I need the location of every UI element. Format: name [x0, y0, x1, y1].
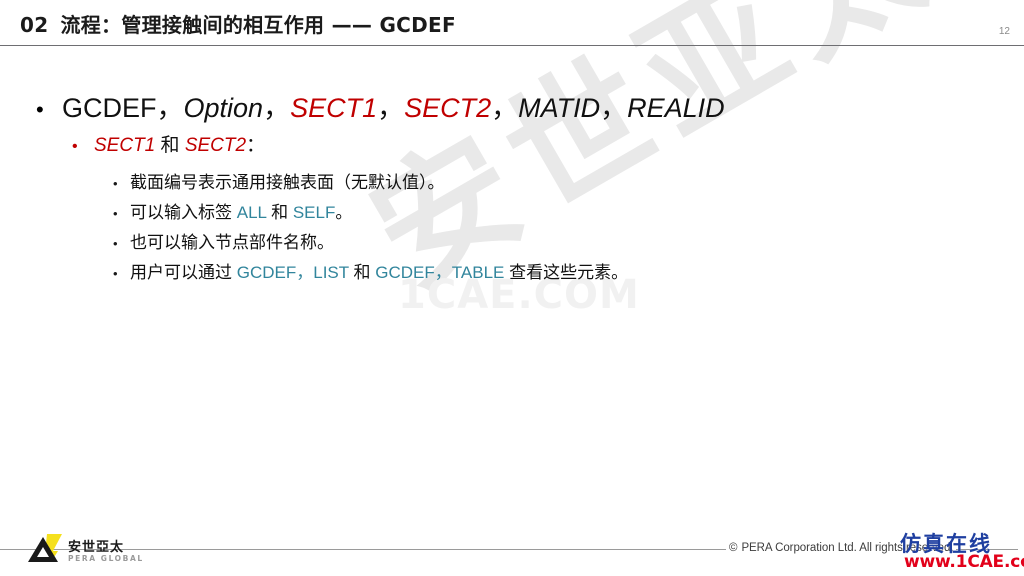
svg-text:PERA GLOBAL: PERA GLOBAL — [68, 554, 142, 563]
text-run: SECT1 — [94, 135, 156, 156]
bullet-marker: • — [113, 266, 118, 281]
bullet-level1-text: GCDEF，Option，SECT1，SECT2，MATID，REALID — [62, 86, 725, 125]
text-run: GCDEF，TABLE — [375, 263, 505, 282]
pera-global-logo: 安世亞太 PERA GLOBAL — [22, 529, 142, 569]
page-title: 02 流程：管理接触间的相互作用 —— GCDEF — [20, 9, 456, 38]
bullet-level3: • 也可以输入节点部件名称。 — [113, 228, 334, 253]
bullet-level3-text: 用户可以通过 GCDEF，LIST 和 GCDEF，TABLE 查看这些元素。 — [130, 258, 628, 283]
bullet-level3-text: 也可以输入节点部件名称。 — [130, 228, 334, 253]
slide-footer: 安世亞太 PERA GLOBAL © PERA Corporation Ltd. … — [0, 519, 1024, 576]
bullet-level3: • 截面编号表示通用接触表面（无默认值）。 — [113, 168, 445, 193]
header-divider — [0, 45, 1024, 46]
text-run: GCDEF，LIST — [236, 263, 349, 282]
text-run: 和 — [348, 263, 376, 282]
section-title-text: 流程：管理接触间的相互作用 —— GCDEF — [60, 13, 456, 37]
text-run: SECT2 — [184, 135, 247, 156]
text-run: ， — [156, 93, 184, 123]
text-run: 也可以输入节点部件名称。 — [130, 233, 334, 252]
bullet-level3-text: 截面编号表示通用接触表面（无默认值）。 — [130, 168, 445, 193]
stamp-url: www.1CAE.com — [904, 552, 1024, 572]
text-run: ， — [600, 93, 628, 123]
site-stamp-overlay: 仿真在线 www.1CAE.com — [898, 528, 1024, 576]
svg-text:安世亞太: 安世亞太 — [68, 539, 124, 555]
text-run: 和 — [266, 203, 293, 222]
text-run: SELF — [292, 203, 336, 222]
text-run: SECT2 — [404, 93, 492, 123]
bullet-marker: • — [72, 138, 78, 155]
text-run: ALL — [236, 203, 267, 222]
text-run: 可以输入标签 — [130, 203, 237, 222]
text-run: 和 — [155, 135, 185, 156]
text-run: 用户可以通过 — [130, 263, 237, 282]
slide-header: 02 流程：管理接触间的相互作用 —— GCDEF 12 — [0, 0, 1024, 46]
section-number: 02 — [20, 13, 49, 37]
text-run: Option — [183, 93, 264, 123]
text-run: 查看这些元素。 — [504, 263, 629, 282]
bullet-level3-text: 可以输入标签 ALL 和 SELF。 — [130, 198, 352, 223]
text-run: 截面编号表示通用接触表面（无默认值）。 — [130, 173, 445, 192]
text-run: ， — [377, 93, 405, 123]
text-run: SECT1 — [290, 93, 378, 123]
bullet-level3: • 用户可以通过 GCDEF，LIST 和 GCDEF，TABLE 查看这些元素… — [113, 258, 628, 283]
bullet-marker: • — [113, 176, 118, 191]
bullet-level1: • GCDEF，Option，SECT1，SECT2，MATID，REALID — [36, 86, 725, 125]
text-run: GCDEF — [62, 93, 157, 123]
text-run: ， — [491, 93, 519, 123]
text-run: ， — [263, 93, 291, 123]
bullet-marker: • — [113, 206, 118, 221]
logo-mark-icon: 安世亞太 PERA GLOBAL — [28, 534, 142, 563]
bullet-level2-text: SECT1 和 SECT2： — [94, 130, 265, 157]
text-run: 。 — [335, 203, 353, 222]
text-run: ： — [246, 135, 266, 156]
bullet-level2: • SECT1 和 SECT2： — [72, 130, 265, 157]
text-run: MATID — [518, 93, 601, 123]
bullet-marker: • — [36, 97, 44, 122]
slide-page-number: 12 — [998, 26, 1010, 37]
copyright-symbol: © — [729, 542, 738, 554]
text-run: REALID — [627, 93, 725, 123]
bullet-marker: • — [113, 236, 118, 251]
bullet-level3: • 可以输入标签 ALL 和 SELF。 — [113, 198, 352, 223]
